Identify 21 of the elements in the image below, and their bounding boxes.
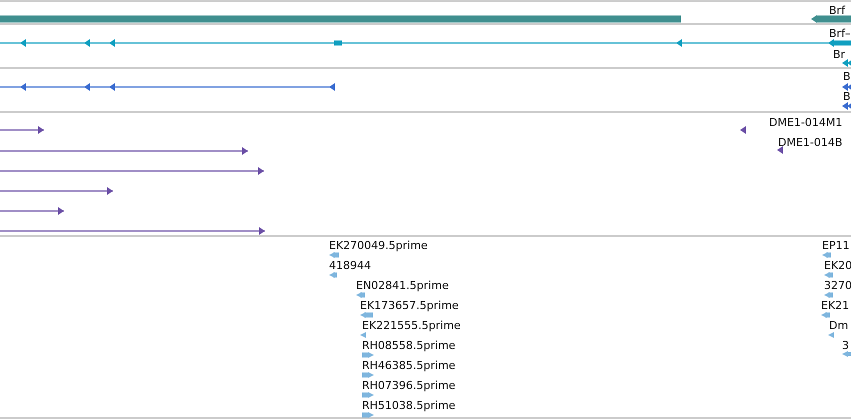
- feature-label: 418944: [329, 259, 371, 272]
- feature-label: Br: [833, 48, 846, 61]
- feature-label: B: [843, 90, 851, 103]
- feature-label: DME1-014M1: [769, 116, 842, 129]
- feature-label: RH07396.5prime: [362, 379, 456, 392]
- feature-label: Dm: [829, 319, 848, 332]
- feature-label: 3270: [824, 279, 851, 292]
- feature-label: EK21: [821, 299, 850, 312]
- feature-label: B: [843, 70, 851, 83]
- feature-label: EP11: [822, 239, 850, 252]
- feature-label: DME1-014B: [778, 136, 842, 149]
- feature-label: RH46385.5prime: [362, 359, 456, 372]
- feature-label: RH08558.5prime: [362, 339, 456, 352]
- feature-label: EK173657.5prime: [360, 299, 459, 312]
- feature-label: EK221555.5prime: [362, 319, 461, 332]
- feature-label: Brf: [829, 4, 845, 17]
- feature-label: EK270049.5prime: [329, 239, 428, 252]
- feature-label: EN02841.5prime: [356, 279, 449, 292]
- feature-label: 3: [842, 339, 849, 352]
- feature-label: RH51038.5prime: [362, 399, 456, 412]
- feature-label: Brf–: [829, 27, 850, 40]
